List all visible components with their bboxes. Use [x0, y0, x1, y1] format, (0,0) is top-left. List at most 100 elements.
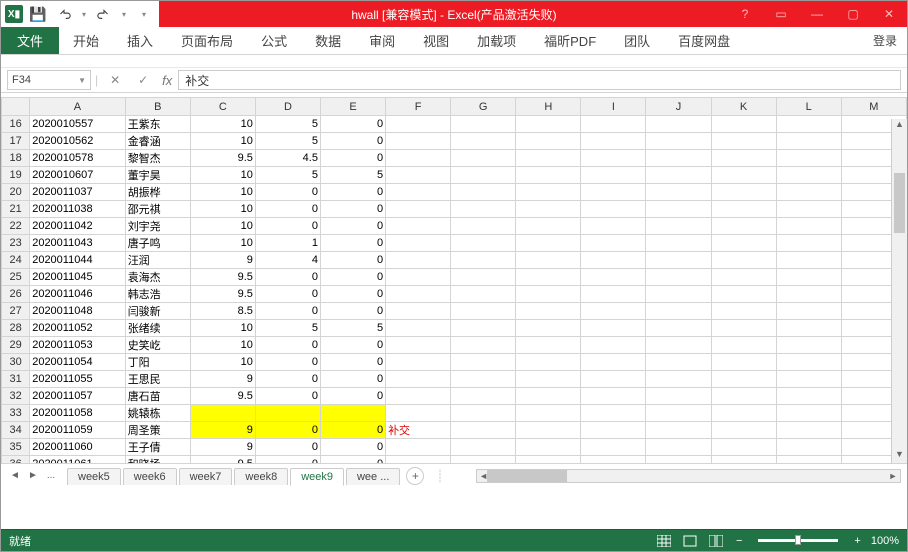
zoom-slider[interactable] [758, 539, 838, 542]
minimize-button[interactable]: — [799, 1, 835, 27]
cell[interactable]: 1 [255, 235, 320, 252]
cell[interactable] [386, 184, 451, 201]
sheet-tab-overflow[interactable]: wee ... [346, 468, 400, 485]
row-header[interactable]: 31 [2, 371, 30, 388]
cell[interactable]: 和晓扬 [125, 456, 190, 464]
cell[interactable]: 唐子鸣 [125, 235, 190, 252]
cell[interactable]: 0 [320, 252, 385, 269]
cell[interactable]: 9 [190, 422, 255, 439]
row-header[interactable]: 29 [2, 337, 30, 354]
cell[interactable] [386, 371, 451, 388]
tab-page-layout[interactable]: 页面布局 [167, 27, 247, 54]
table-row[interactable]: 272020011048闫骏新8.500 [2, 303, 907, 320]
cell[interactable]: 2020011042 [30, 218, 125, 235]
cell[interactable]: 2020011058 [30, 405, 125, 422]
tab-addins[interactable]: 加载项 [463, 27, 530, 54]
tab-baidu-netdisk[interactable]: 百度网盘 [664, 27, 744, 54]
undo-dropdown[interactable]: ▾ [79, 3, 89, 25]
cell[interactable]: 0 [320, 201, 385, 218]
cell[interactable] [386, 405, 451, 422]
scroll-down-icon[interactable]: ▼ [892, 449, 907, 463]
cell[interactable]: 9.5 [190, 456, 255, 464]
cell[interactable]: 0 [320, 439, 385, 456]
row-header[interactable]: 18 [2, 150, 30, 167]
cell[interactable]: 2020011052 [30, 320, 125, 337]
cell[interactable]: 黎智杰 [125, 150, 190, 167]
col-header[interactable]: E [320, 98, 385, 116]
cell[interactable]: 10 [190, 354, 255, 371]
cell[interactable]: 10 [190, 116, 255, 133]
cell[interactable]: 0 [320, 354, 385, 371]
maximize-button[interactable]: ▢ [835, 1, 871, 27]
cell[interactable] [386, 439, 451, 456]
ribbon-options-button[interactable]: ▭ [763, 1, 799, 27]
row-header[interactable]: 22 [2, 218, 30, 235]
table-row[interactable]: 332020011058姚辕栋 [2, 405, 907, 422]
cell[interactable]: 0 [255, 201, 320, 218]
zoom-in-button[interactable]: + [850, 535, 864, 547]
cell[interactable]: 2020011059 [30, 422, 125, 439]
cell[interactable] [386, 116, 451, 133]
cell[interactable]: 2020010562 [30, 133, 125, 150]
cell[interactable]: 补交 [386, 422, 451, 439]
col-header[interactable]: A [30, 98, 125, 116]
cell[interactable]: 0 [255, 388, 320, 405]
cell[interactable]: 张绪续 [125, 320, 190, 337]
table-row[interactable]: 212020011038邵元祺1000 [2, 201, 907, 218]
tab-home[interactable]: 开始 [59, 27, 113, 54]
cell[interactable] [386, 133, 451, 150]
cell[interactable]: 9 [190, 371, 255, 388]
row-header[interactable]: 35 [2, 439, 30, 456]
enter-formula-icon[interactable]: ✓ [130, 70, 156, 90]
sheet-tab-week7[interactable]: week7 [179, 468, 233, 485]
row-header[interactable]: 36 [2, 456, 30, 464]
formula-input[interactable]: 补交 [178, 70, 901, 90]
cell[interactable]: 2020011060 [30, 439, 125, 456]
grid[interactable]: A B C D E F G H I J K L M 162020010557王紫… [1, 97, 907, 463]
cell[interactable] [386, 456, 451, 464]
col-header[interactable]: C [190, 98, 255, 116]
col-header[interactable]: M [841, 98, 906, 116]
cell[interactable] [386, 218, 451, 235]
tab-foxit-pdf[interactable]: 福昕PDF [530, 27, 610, 54]
row-header[interactable]: 26 [2, 286, 30, 303]
row-header[interactable]: 33 [2, 405, 30, 422]
tab-view[interactable]: 视图 [409, 27, 463, 54]
row-header[interactable]: 27 [2, 303, 30, 320]
cell[interactable]: 9.5 [190, 388, 255, 405]
cell[interactable]: 0 [320, 150, 385, 167]
scroll-right-icon[interactable]: ► [886, 471, 900, 481]
cell[interactable]: 0 [320, 456, 385, 464]
hscroll-thumb[interactable] [487, 470, 567, 482]
view-page-layout-icon[interactable] [680, 533, 700, 549]
login-link[interactable]: 登录 [863, 27, 907, 54]
save-icon[interactable]: 💾 [27, 3, 49, 25]
row-header[interactable]: 32 [2, 388, 30, 405]
table-row[interactable]: 362020011061和晓扬9.500 [2, 456, 907, 464]
cell[interactable]: 0 [320, 337, 385, 354]
vertical-scrollbar[interactable]: ▲ ▼ [891, 119, 907, 463]
col-header[interactable]: D [255, 98, 320, 116]
col-header[interactable]: L [776, 98, 841, 116]
cell[interactable]: 0 [320, 218, 385, 235]
cell[interactable]: 9.5 [190, 269, 255, 286]
col-header[interactable]: B [125, 98, 190, 116]
cell[interactable]: 2020011057 [30, 388, 125, 405]
cell[interactable]: 0 [255, 337, 320, 354]
row-header[interactable]: 16 [2, 116, 30, 133]
cell[interactable]: 2020010607 [30, 167, 125, 184]
cell[interactable]: 2020011061 [30, 456, 125, 464]
cell[interactable]: 0 [320, 371, 385, 388]
cell[interactable]: 0 [320, 303, 385, 320]
cell[interactable]: 5 [255, 167, 320, 184]
cell[interactable]: 5 [320, 167, 385, 184]
cell[interactable]: 丁阳 [125, 354, 190, 371]
col-header[interactable]: J [646, 98, 711, 116]
cell[interactable]: 4.5 [255, 150, 320, 167]
cell[interactable]: 0 [255, 456, 320, 464]
table-row[interactable]: 242020011044汪润940 [2, 252, 907, 269]
col-header[interactable]: F [386, 98, 451, 116]
cell[interactable]: 10 [190, 201, 255, 218]
cell[interactable]: 姚辕栋 [125, 405, 190, 422]
zoom-out-button[interactable]: − [732, 535, 746, 547]
